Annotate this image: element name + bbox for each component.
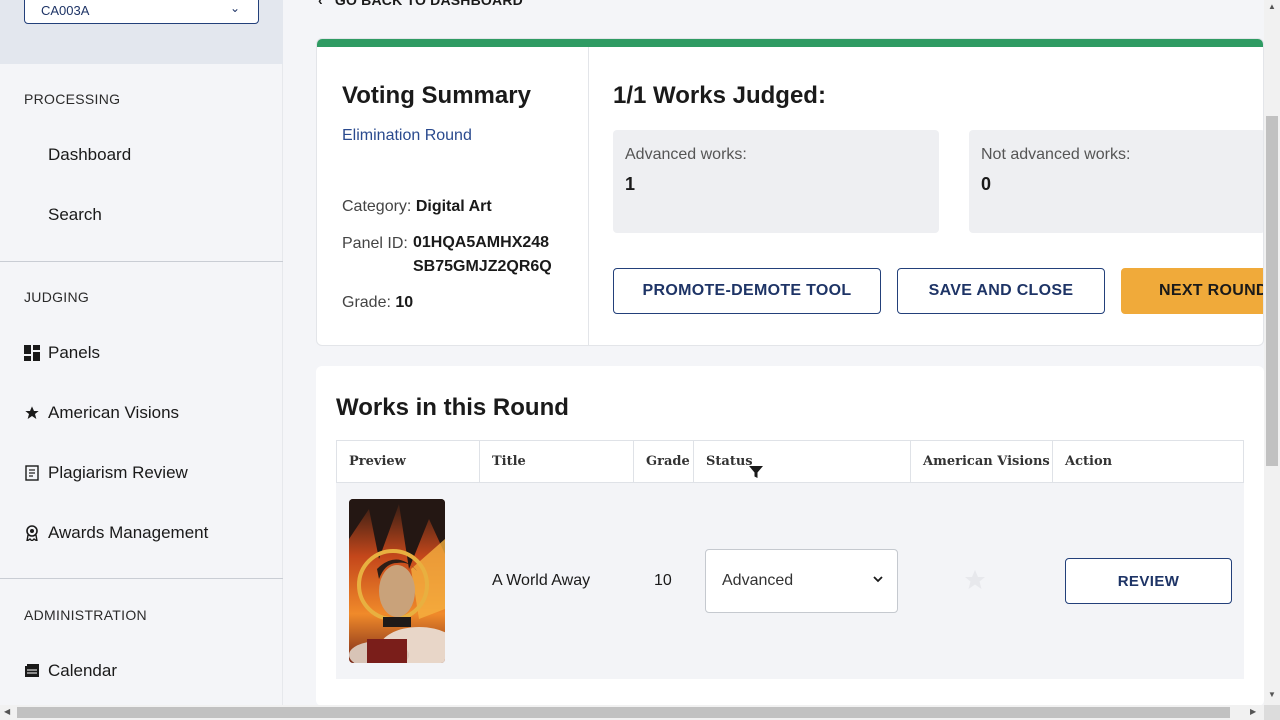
sidebar-item-search[interactable]: Search <box>0 195 283 235</box>
sidebar-item-label: Plagiarism Review <box>48 463 188 482</box>
grade-label: Grade: <box>342 294 391 311</box>
american-visions-star-icon[interactable] <box>963 568 987 592</box>
not-advanced-works-count: 0 <box>981 174 992 194</box>
back-link-label: GO BACK TO DASHBOARD <box>334 0 523 8</box>
chevron-left-icon: ‹ <box>318 0 323 8</box>
sidebar-item-plagiarism-review[interactable]: Plagiarism Review <box>0 453 283 493</box>
section-label-administration: ADMINISTRATION <box>24 607 147 623</box>
advanced-works-count: 1 <box>625 174 636 194</box>
sidebar-item-panels[interactable]: Panels <box>0 333 283 373</box>
horizontal-scrollbar[interactable]: ◀ ▶ <box>0 705 1264 720</box>
sidebar-item-label: Awards Management <box>48 523 209 542</box>
chevron-down-icon <box>871 572 885 586</box>
sidebar-divider <box>0 261 283 262</box>
scroll-down-icon[interactable]: ▼ <box>1268 690 1276 699</box>
table-header: Preview Title Grade Status American Visi… <box>336 440 1244 483</box>
grid-icon <box>24 345 40 361</box>
panel-id-label: Panel ID: <box>342 235 408 252</box>
column-header-action: Action <box>1065 454 1113 469</box>
voting-summary-card: Voting Summary Elimination Round Categor… <box>316 38 1264 346</box>
sidebar-item-label: Dashboard <box>48 145 132 164</box>
award-icon <box>24 525 40 541</box>
section-label-judging: JUDGING <box>24 289 90 305</box>
column-header-status-label: Status <box>706 454 753 469</box>
org-select-value: CA003A <box>41 3 90 18</box>
sidebar-item-label: American Visions <box>48 403 180 422</box>
panel-id-value: 01HQA5AMHX248 SB75GMJZ2QR6Q <box>413 234 552 275</box>
next-round-button[interactable]: NEXT ROUND <box>1121 268 1263 314</box>
sidebar-item-label: Search <box>48 205 102 224</box>
work-grade: 10 <box>654 572 672 589</box>
sidebar-item-label: Calendar <box>48 661 117 680</box>
status-select[interactable]: Advanced <box>705 549 898 613</box>
sidebar-divider <box>0 578 283 579</box>
back-to-dashboard-link[interactable]: ‹ GO BACK TO DASHBOARD <box>318 0 523 8</box>
not-advanced-works-box: Not advanced works: 0 <box>969 130 1263 233</box>
scroll-up-icon[interactable]: ▲ <box>1268 2 1276 11</box>
category-value: Digital Art <box>415 198 492 215</box>
sidebar-item-calendar[interactable]: Calendar <box>0 651 283 691</box>
org-select[interactable]: CA003A ⌄ <box>24 0 259 24</box>
sidebar-item-american-visions[interactable]: American Visions <box>0 393 283 433</box>
save-and-close-button[interactable]: SAVE AND CLOSE <box>897 268 1105 314</box>
status-select-value: Advanced <box>722 572 794 589</box>
vertical-scrollbar[interactable]: ▲ ▼ <box>1264 0 1280 705</box>
sidebar-org-area: CA003A ⌄ <box>0 0 283 64</box>
advanced-works-box: Advanced works: 1 <box>613 130 939 233</box>
work-title: A World Away <box>492 572 591 589</box>
column-header-title: Title <box>480 441 634 482</box>
table-row: A World Away 10 Advanced REVIEW <box>336 483 1244 679</box>
sidebar-item-label: Panels <box>48 343 100 362</box>
category-label: Category: <box>342 198 412 215</box>
not-advanced-works-label: Not advanced works: <box>981 146 1131 163</box>
horizontal-scroll-thumb[interactable] <box>17 707 1230 718</box>
works-judged-title: 1/1 Works Judged: <box>613 82 826 109</box>
progress-bar <box>317 39 1263 47</box>
review-button[interactable]: REVIEW <box>1065 558 1232 604</box>
calendar-icon <box>24 663 40 679</box>
section-label-processing: PROCESSING <box>24 91 121 107</box>
panel-id-info: Panel ID: 01HQA5AMHX248 SB75GMJZ2QR6Q <box>342 234 552 275</box>
scroll-right-icon[interactable]: ▶ <box>1250 707 1256 716</box>
grade-value: 10 <box>395 294 414 311</box>
promote-demote-tool-button[interactable]: PROMOTE-DEMOTE TOOL <box>613 268 881 314</box>
works-section-title: Works in this Round <box>336 394 569 421</box>
summary-details: Voting Summary Elimination Round Categor… <box>317 47 589 345</box>
grade-info: Grade: 10 <box>342 294 413 312</box>
vertical-scroll-thumb[interactable] <box>1266 116 1278 466</box>
artwork-thumbnail[interactable] <box>349 499 445 663</box>
category-info: Category: Digital Art <box>342 198 492 216</box>
round-name: Elimination Round <box>342 127 472 144</box>
advanced-works-label: Advanced works: <box>625 146 747 163</box>
sidebar-item-awards-management[interactable]: Awards Management <box>0 513 283 553</box>
column-header-preview: Preview <box>337 441 480 482</box>
sidebar-item-dashboard[interactable]: Dashboard <box>0 135 283 175</box>
star-icon <box>24 405 40 421</box>
document-icon <box>24 465 40 481</box>
column-header-grade: Grade <box>634 441 694 482</box>
scroll-left-icon[interactable]: ◀ <box>4 707 10 716</box>
works-in-round-card: Works in this Round Preview Title Grade … <box>316 366 1264 706</box>
filter-icon[interactable] <box>749 455 763 478</box>
column-header-american-visions: American Visions <box>911 441 1053 482</box>
sidebar: CA003A ⌄ PROCESSING Dashboard Search JUD… <box>0 0 283 705</box>
column-header-status[interactable]: Status <box>694 441 911 482</box>
voting-summary-title: Voting Summary <box>342 82 531 109</box>
chevron-down-icon: ⌄ <box>229 1 240 15</box>
scrollbar-corner <box>1264 705 1280 720</box>
